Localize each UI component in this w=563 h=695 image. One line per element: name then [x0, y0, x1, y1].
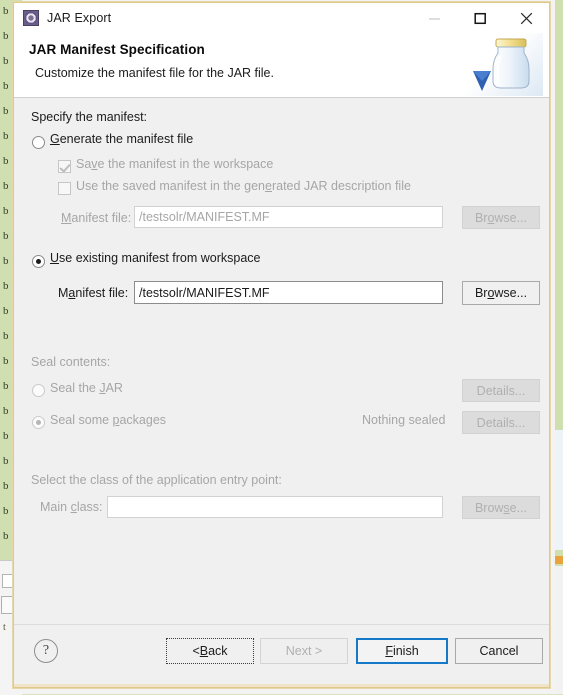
background-glyph: b — [3, 81, 9, 92]
seal-packages-details-button: Details... — [462, 411, 540, 434]
main-class-browse-button: Browse... — [462, 496, 540, 519]
jar-export-icon — [23, 10, 39, 26]
dialog-title: JAR Export — [47, 11, 111, 25]
background-glyph: b — [3, 431, 9, 442]
footer-bottom-rule — [14, 684, 549, 687]
radio-seal-some-packages-label: Seal some packages — [50, 413, 166, 427]
background-glyph: b — [3, 106, 9, 117]
background-glyph: b — [3, 331, 9, 342]
generated-manifest-file-label: Manifest file: — [61, 211, 131, 225]
main-class-input — [107, 496, 443, 518]
window-controls — [411, 3, 549, 33]
cancel-button[interactable]: Cancel — [455, 638, 543, 664]
background-glyph: b — [3, 256, 9, 267]
radio-use-existing-manifest[interactable] — [32, 255, 45, 268]
background-glyph: b — [3, 206, 9, 217]
checkbox-save-manifest-label: Save the manifest in the workspace — [76, 157, 273, 171]
radio-seal-the-jar-label: Seal the JAR — [50, 381, 123, 395]
radio-use-existing-manifest-label: Use existing manifest from workspace — [50, 251, 261, 265]
seal-contents-heading: Seal contents: — [31, 355, 110, 369]
background-glyph: b — [3, 156, 9, 167]
background-glyph: b — [3, 306, 9, 317]
radio-generate-manifest[interactable] — [32, 136, 45, 149]
background-glyph: b — [3, 6, 9, 17]
background-lower-text: t — [3, 622, 6, 633]
background-glyph: b — [3, 356, 9, 367]
background-glyph: b — [3, 131, 9, 142]
radio-generate-manifest-label: Generate the manifest file — [50, 132, 193, 146]
banner-title: JAR Manifest Specification — [29, 42, 205, 57]
close-button[interactable] — [503, 3, 549, 33]
background-glyph: b — [3, 456, 9, 467]
existing-manifest-file-input[interactable]: /testsolr/MANIFEST.MF — [134, 281, 443, 304]
background-glyph: b — [3, 31, 9, 42]
dialog-body: Specify the manifest: Generate the manif… — [14, 98, 549, 624]
seal-status-text: Nothing sealed — [362, 413, 445, 427]
background-glyph: b — [3, 406, 9, 417]
seal-jar-details-button: Details... — [462, 379, 540, 402]
help-icon[interactable]: ? — [34, 639, 58, 663]
background-glyph: b — [3, 381, 9, 392]
maximize-button[interactable] — [457, 3, 503, 33]
maximize-icon — [474, 12, 487, 25]
banner-subtitle: Customize the manifest file for the JAR … — [35, 66, 274, 80]
background-glyph: b — [3, 181, 9, 192]
jar-with-arrow-icon — [465, 33, 543, 96]
background-glyph: b — [3, 506, 9, 517]
background-glyph: b — [3, 531, 9, 542]
background-glyph: b — [3, 281, 9, 292]
checkbox-use-saved-manifest-label: Use the saved manifest in the generated … — [76, 179, 411, 193]
entry-point-heading: Select the class of the application entr… — [31, 473, 282, 487]
background-right-lower — [555, 566, 563, 694]
finish-button[interactable]: Finish — [356, 638, 448, 664]
dialog-banner: JAR Manifest Specification Customize the… — [14, 33, 549, 98]
generated-manifest-browse-button: Browse... — [462, 206, 540, 229]
background-glyph: b — [3, 481, 9, 492]
checkbox-save-manifest — [58, 160, 71, 173]
generated-manifest-file-input: /testsolr/MANIFEST.MF — [134, 206, 443, 228]
back-button[interactable]: < Back — [166, 638, 254, 664]
close-icon — [519, 11, 534, 26]
dialog-titlebar[interactable]: JAR Export — [14, 3, 549, 33]
specify-manifest-heading: Specify the manifest: — [31, 110, 147, 124]
existing-manifest-browse-button[interactable]: Browse... — [462, 281, 540, 305]
radio-seal-the-jar — [32, 384, 45, 397]
background-glyph: b — [3, 56, 9, 67]
radio-seal-some-packages — [32, 416, 45, 429]
dialog-footer: ? < Back Next > Finish Cancel — [14, 624, 549, 687]
background-glyph: b — [3, 231, 9, 242]
next-button: Next > — [260, 638, 348, 664]
minimize-icon — [428, 12, 441, 25]
main-class-label: Main class: — [40, 500, 103, 514]
background-right-accent — [555, 556, 563, 564]
checkbox-use-saved-manifest — [58, 182, 71, 195]
existing-manifest-file-label: Manifest file: — [58, 286, 128, 300]
background-right-panel — [555, 430, 563, 550]
minimize-button[interactable] — [411, 3, 457, 33]
jar-export-dialog: JAR Export JAR Manifest Specificati — [13, 2, 550, 688]
